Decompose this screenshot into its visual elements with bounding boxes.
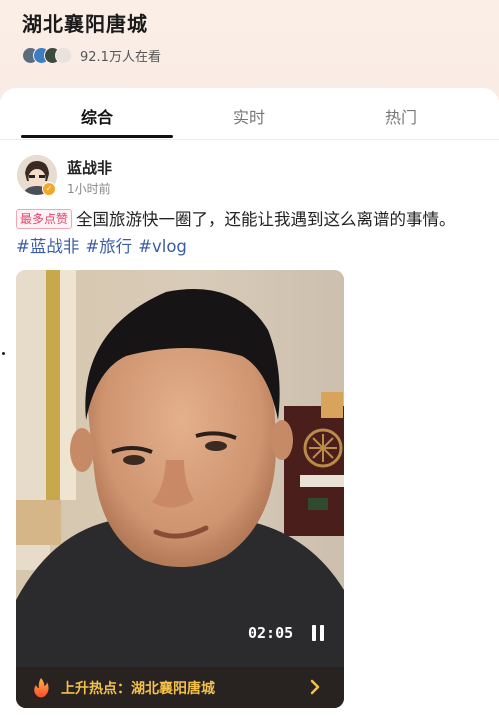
- tab-hot[interactable]: 热门: [371, 104, 431, 128]
- active-tab-indicator: [21, 135, 173, 138]
- hashtag[interactable]: #旅行: [85, 237, 132, 256]
- fire-icon: [34, 678, 49, 698]
- author-name[interactable]: 蓝战非: [67, 157, 112, 178]
- video-frame: [16, 270, 344, 708]
- hashtag[interactable]: #蓝战非: [16, 237, 79, 256]
- viewer-avatar: [55, 46, 72, 64]
- most-liked-tag: 最多点赞: [16, 209, 73, 229]
- viewers-row: 92.1万人在看: [22, 44, 161, 66]
- chevron-right-icon[interactable]: [309, 679, 321, 695]
- divider: [0, 139, 499, 140]
- tab-realtime[interactable]: 实时: [219, 104, 279, 128]
- post-body: 全国旅游快一圈了，还能让我遇到这么离谱的事情。: [76, 210, 456, 229]
- trending-banner[interactable]: 上升热点：湖北襄阳唐城: [16, 667, 344, 708]
- verified-badge-icon: ✓: [42, 182, 56, 196]
- video-time: 02:05: [248, 624, 294, 642]
- post-text: 最多点赞 全国旅游快一圈了，还能让我遇到这么离谱的事情。 #蓝战非 #旅行 #vlog: [16, 206, 486, 260]
- viewers-count: 92.1万人在看: [80, 49, 161, 65]
- scroll-indicator: [2, 352, 5, 355]
- trending-label: 上升热点：湖北襄阳唐城: [61, 681, 215, 697]
- pause-icon[interactable]: [310, 624, 326, 642]
- tab-comprehensive[interactable]: 综合: [67, 104, 127, 128]
- topic-title: 湖北襄阳唐城: [22, 12, 148, 36]
- video-player[interactable]: 02:05 上升热点：湖北襄阳唐城: [16, 270, 344, 708]
- topic-header: 湖北襄阳唐城 92.1万人在看: [0, 0, 499, 100]
- hashtag[interactable]: #vlog: [138, 237, 187, 256]
- post-time: 1小时前: [67, 182, 111, 196]
